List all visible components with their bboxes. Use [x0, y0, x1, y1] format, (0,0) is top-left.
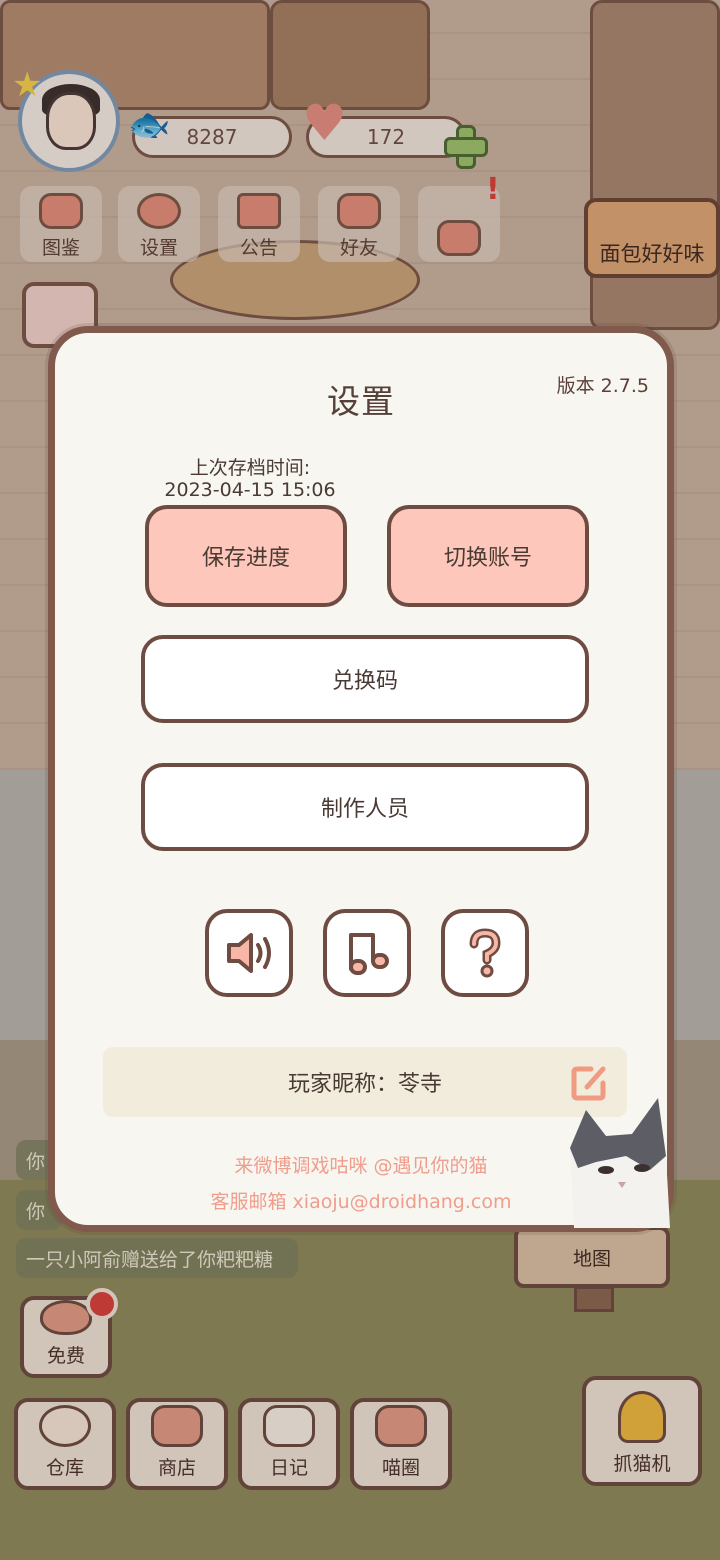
peeking-cat-image — [570, 1098, 670, 1228]
speaker-icon — [227, 933, 271, 973]
version-label: 版本 2.7.5 — [556, 375, 649, 397]
save-progress-label: 保存进度 — [201, 546, 290, 571]
switch-account-label: 切换账号 — [443, 546, 532, 571]
redeem-code-label: 兑换码 — [331, 669, 398, 694]
question-icon — [469, 928, 501, 978]
redeem-code-button[interactable]: 兑换码 — [141, 635, 589, 723]
nickname-text: 玩家昵称：苓寺 — [287, 1072, 442, 1097]
help-button[interactable] — [441, 909, 529, 997]
credits-label: 制作人员 — [320, 797, 409, 822]
last-save-label: 上次存档时间: — [189, 457, 311, 479]
music-note-icon — [349, 933, 389, 975]
save-progress-button[interactable]: 保存进度 — [145, 505, 347, 607]
credits-button[interactable]: 制作人员 — [141, 763, 589, 851]
sound-toggle-button[interactable] — [205, 909, 293, 997]
switch-account-button[interactable]: 切换账号 — [387, 505, 589, 607]
music-toggle-button[interactable] — [323, 909, 411, 997]
nickname-bar[interactable]: 玩家昵称：苓寺 — [103, 1047, 627, 1117]
last-save-time: 2023-04-15 15:06 — [164, 479, 336, 501]
